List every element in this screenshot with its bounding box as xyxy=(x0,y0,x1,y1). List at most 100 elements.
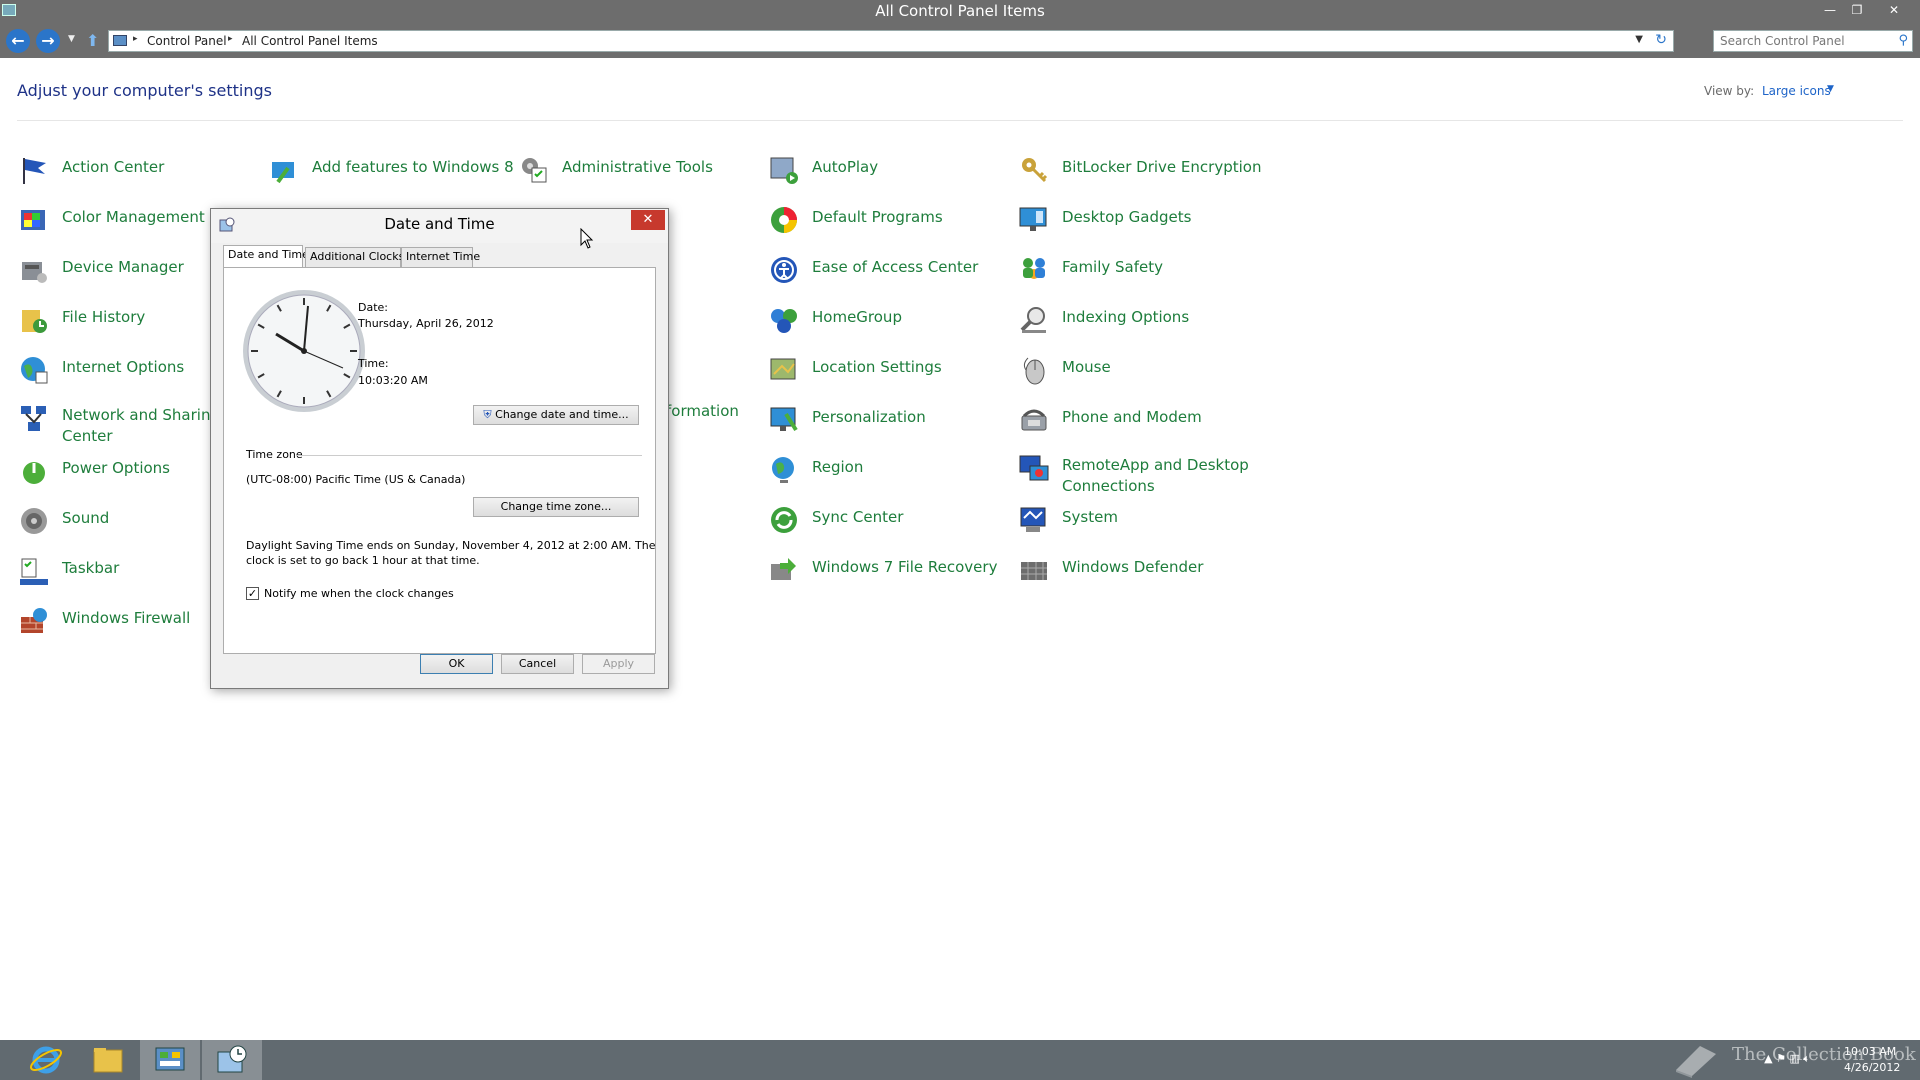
taskbar-date-time[interactable] xyxy=(202,1040,262,1080)
view-by-dropdown[interactable]: Large icons xyxy=(1762,84,1831,98)
tab-date-and-time[interactable]: Date and Time xyxy=(223,245,309,268)
item-label: Region xyxy=(812,458,864,476)
region-icon xyxy=(772,457,794,483)
divider xyxy=(17,120,1903,121)
cancel-button[interactable]: Cancel xyxy=(501,654,574,674)
minimize-button[interactable]: — xyxy=(1817,0,1843,20)
control-panel-icon xyxy=(113,35,127,46)
tab-additional-clocks[interactable]: Additional Clocks xyxy=(305,247,404,267)
item-label: Add features to Windows 8 xyxy=(312,158,514,176)
page-title: Adjust your computer's settings xyxy=(17,81,272,100)
up-arrow-icon[interactable]: ⬆ xyxy=(86,31,99,50)
add-features-icon xyxy=(272,162,294,184)
divider xyxy=(296,455,642,456)
family-safety-icon xyxy=(1023,258,1045,279)
item-label: Location Settings xyxy=(812,358,942,376)
breadcrumb-all-items[interactable]: All Control Panel Items xyxy=(242,34,378,48)
speaker-icon xyxy=(21,508,47,534)
search-icon[interactable]: ⚲ xyxy=(1898,33,1908,48)
forward-button[interactable]: → xyxy=(36,29,60,53)
tab-panel: Date: Thursday, April 26, 2012 Time: 10:… xyxy=(223,267,656,654)
item-label: Windows Defender xyxy=(1062,558,1204,576)
recent-locations-chevron-icon[interactable]: ▼ xyxy=(68,34,75,44)
change-date-time-button[interactable]: ⛨ Change date and time... xyxy=(473,405,639,425)
desktop-gadgets-icon xyxy=(1019,207,1047,231)
internet-explorer-icon xyxy=(29,1046,63,1074)
taskbar-clock-time[interactable]: 10:03 AM xyxy=(1844,1045,1896,1058)
item-label: Indexing Options xyxy=(1062,308,1190,326)
item-label: Phone and Modem xyxy=(1062,408,1202,426)
file-recovery-icon xyxy=(771,558,796,580)
analog-clock-icon xyxy=(243,290,365,412)
network-icon xyxy=(21,406,46,431)
file-history-icon xyxy=(22,310,47,333)
default-programs-icon xyxy=(771,207,797,233)
item-label: Mouse xyxy=(1062,358,1111,376)
location-icon xyxy=(770,358,796,380)
breadcrumb-control-panel[interactable]: Control Panel xyxy=(147,34,227,48)
dialog-title-bar[interactable]: Date and Time ✕ xyxy=(211,209,668,243)
dialog-title: Date and Time xyxy=(384,215,495,233)
time-label: Time: xyxy=(358,357,389,370)
item-label: Administrative Tools xyxy=(562,158,713,176)
notify-checkbox[interactable]: ✓ xyxy=(246,587,259,600)
item-label: Family Safety xyxy=(1062,258,1164,276)
mouse-icon xyxy=(1023,357,1045,385)
taskbar-clock-date[interactable]: 4/26/2012 xyxy=(1844,1061,1900,1074)
chevron-down-icon[interactable]: ▼ xyxy=(1827,84,1834,94)
item-label: Action Center xyxy=(62,158,165,176)
personalization-icon xyxy=(770,407,798,432)
remote-desktop-icon xyxy=(1019,455,1049,481)
change-date-time-label: Change date and time... xyxy=(495,408,629,421)
search-placeholder: Search Control Panel xyxy=(1720,34,1845,48)
color-management-icon xyxy=(21,210,45,230)
tab-internet-time[interactable]: Internet Time xyxy=(401,247,480,267)
close-button[interactable]: ✕ xyxy=(1881,0,1907,20)
window-title-bar[interactable]: All Control Panel Items — ❐ ✕ xyxy=(0,0,1920,24)
item-label: Default Programs xyxy=(812,208,943,226)
sync-icon xyxy=(771,507,797,533)
mouse-cursor-icon xyxy=(580,228,594,249)
time-zone-heading: Time zone xyxy=(246,448,303,461)
taskbar-control-panel[interactable] xyxy=(140,1040,200,1080)
date-and-time-dialog[interactable]: Date and Time ✕ Date and Time Additional… xyxy=(210,208,669,689)
date-value: Thursday, April 26, 2012 xyxy=(358,317,494,330)
item-label: Personalization xyxy=(812,408,926,426)
system-icon xyxy=(1020,507,1046,532)
indexing-icon xyxy=(1020,307,1046,333)
folder-icon xyxy=(93,1048,123,1073)
window-title: All Control Panel Items xyxy=(875,2,1045,20)
breadcrumb-separator-icon[interactable]: ▸ xyxy=(228,34,233,44)
address-dropdown-icon[interactable]: ▼ xyxy=(1635,34,1643,45)
time-zone-value: (UTC-08:00) Pacific Time (US & Canada) xyxy=(246,473,466,486)
item-label: HomeGroup xyxy=(812,308,902,326)
date-label: Date: xyxy=(358,301,388,314)
taskbar-file-explorer[interactable] xyxy=(78,1040,138,1080)
firewall-icon xyxy=(21,608,47,633)
apply-button[interactable]: Apply xyxy=(582,654,655,674)
dst-notice-line2: clock is set to go back 1 hour at that t… xyxy=(246,554,480,567)
item-label: RemoteApp and Desktop Connections xyxy=(1062,456,1249,495)
search-input[interactable]: Search Control Panel ⚲ xyxy=(1713,30,1913,52)
administrative-tools-icon xyxy=(522,158,547,183)
back-button[interactable]: ← xyxy=(6,29,30,53)
dialog-close-button[interactable]: ✕ xyxy=(631,210,665,230)
taskbar-internet-explorer[interactable] xyxy=(16,1040,76,1080)
shield-icon: ⛨ xyxy=(483,408,496,421)
refresh-icon[interactable]: ↻ xyxy=(1655,32,1667,48)
address-bar[interactable]: ▸ Control Panel ▸ All Control Panel Item… xyxy=(108,30,1674,52)
notify-label: Notify me when the clock changes xyxy=(264,587,454,600)
change-time-zone-button[interactable]: Change time zone... xyxy=(473,497,639,517)
autoplay-icon xyxy=(770,157,798,184)
taskbar-icon xyxy=(20,558,48,585)
item-label: System xyxy=(1062,508,1118,526)
flag-icon xyxy=(23,158,46,184)
ease-of-access-icon xyxy=(771,257,797,283)
breadcrumb-separator-icon[interactable]: ▸ xyxy=(133,34,138,44)
restore-button[interactable]: ❐ xyxy=(1844,0,1870,20)
homegroup-icon xyxy=(771,309,797,333)
ok-button[interactable]: OK xyxy=(420,654,493,674)
control-panel-icon xyxy=(155,1047,185,1071)
item-label: Ease of Access Center xyxy=(812,258,979,276)
item-label: Sync Center xyxy=(812,508,904,526)
